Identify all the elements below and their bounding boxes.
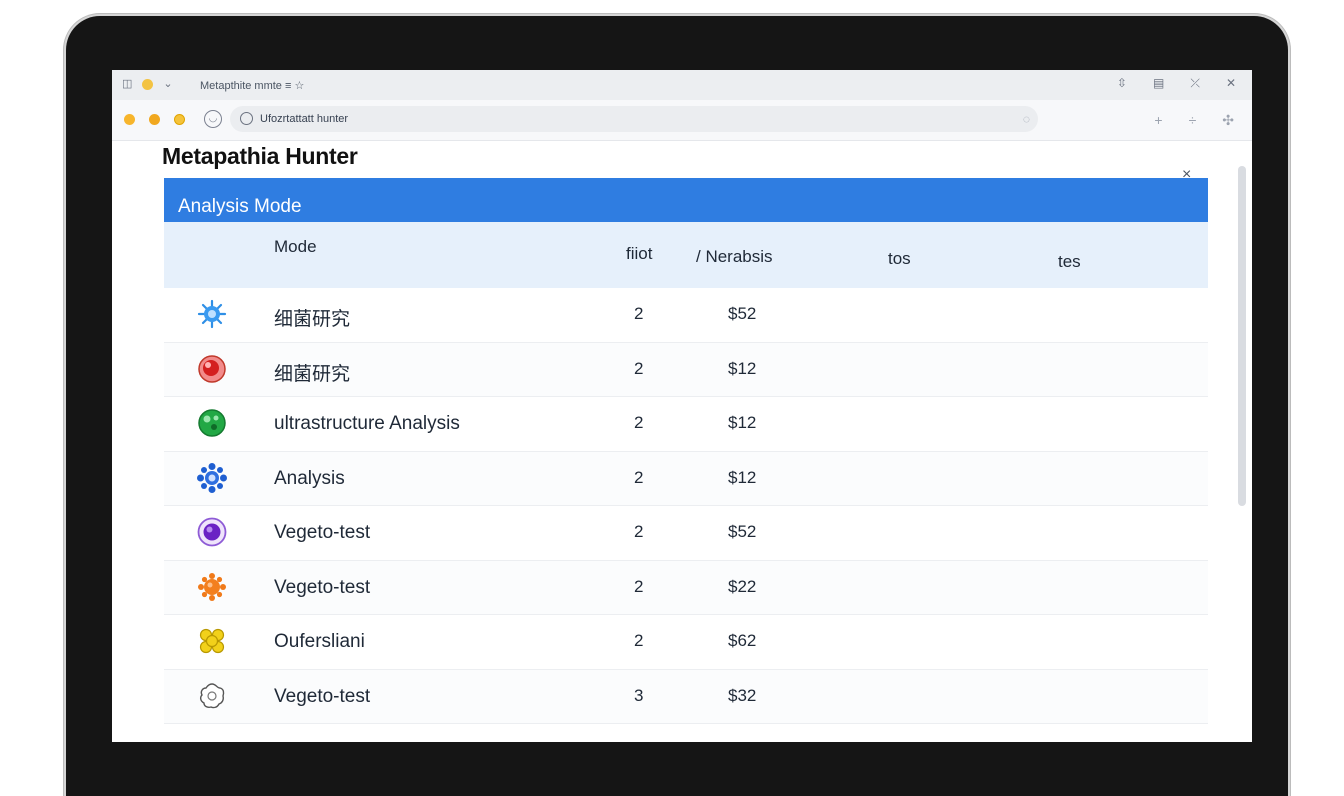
row-price: $52 — [728, 522, 757, 541]
shield-icon[interactable]: ◡ — [204, 110, 222, 128]
analysis-panel: Analysis Mode Mode fiiot / Nerabsis tos … — [164, 178, 1208, 742]
move-icon[interactable]: ✣ — [1222, 112, 1234, 129]
split-icon[interactable]: ÷ — [1189, 112, 1197, 129]
column-fiot[interactable]: fiiot — [626, 244, 652, 264]
row-price: $12 — [728, 467, 757, 487]
yellow-cluster-icon — [199, 628, 225, 654]
panel-title: Analysis Mode — [178, 196, 302, 217]
globe-icon — [240, 112, 253, 125]
row-name: 细菌研究 — [274, 309, 351, 330]
screen: ◫ ⌄ Metapthite mmte ≡ ☆ ⇳ ▤ ⤫ ✕ ◡ Ufozrt… — [112, 70, 1252, 742]
column-mode[interactable]: Mode — [274, 237, 317, 257]
row-price: $32 — [728, 685, 757, 705]
table-row[interactable]: Vegeto-test 2 $22 — [164, 560, 1208, 615]
row-name: Oufersliani — [274, 631, 365, 652]
toolbar-right: + ÷ ✣ — [1154, 112, 1234, 129]
tab-icons: ◫ ⌄ — [122, 78, 173, 90]
grid-icon[interactable]: ◫ — [122, 78, 132, 90]
row-qty: 2 — [634, 413, 644, 432]
traffic-lights — [124, 114, 185, 125]
orange-microbe-icon — [198, 572, 226, 601]
minimize-light[interactable] — [149, 114, 160, 125]
row-name: Vegeto-test — [274, 685, 371, 707]
chevron-down-icon[interactable]: ⌄ — [163, 78, 172, 90]
outline-cell-icon — [199, 682, 225, 708]
shrink-icon[interactable]: ⤫ — [1190, 76, 1200, 91]
app-title: Metapathia Hunter — [162, 143, 358, 169]
row-qty: 2 — [634, 304, 644, 323]
table-row[interactable]: 细菌研究 2 $12 — [164, 342, 1208, 397]
table-row[interactable]: Oufersliani 2 $62 — [164, 615, 1208, 670]
list-icon[interactable]: ▤ — [1153, 76, 1164, 91]
column-header-row: Mode fiiot / Nerabsis tos tes — [164, 222, 1208, 288]
table-row[interactable]: Analysis 2 $12 — [164, 451, 1208, 506]
row-name: 细菌研究 — [274, 363, 351, 385]
table-row[interactable]: ultrastructure Analysis 2 $12 — [164, 397, 1208, 452]
purple-cell-icon — [197, 517, 227, 547]
maximize-light[interactable] — [174, 114, 185, 125]
row-qty: 2 — [634, 358, 644, 378]
row-qty: 2 — [634, 631, 644, 650]
close-light[interactable] — [124, 114, 135, 125]
row-name: Vegeto-test — [274, 522, 371, 543]
table-row[interactable]: 细菌研究 2 $52 — [164, 288, 1208, 343]
row-price: $52 — [728, 304, 757, 323]
row-qty: 2 — [634, 467, 644, 487]
close-window-icon[interactable]: ✕ — [1226, 76, 1236, 91]
row-price: $12 — [728, 413, 757, 432]
row-name: Analysis — [274, 467, 345, 489]
resize-icon[interactable]: ⇳ — [1117, 76, 1127, 91]
url-text[interactable]: Ufozrtattatt hunter — [260, 113, 348, 125]
row-name: Vegeto-test — [274, 576, 371, 598]
column-tos[interactable]: tos — [888, 249, 911, 269]
scrollbar[interactable] — [1238, 166, 1246, 506]
favicon-icon — [142, 78, 154, 90]
tab-bar: ◫ ⌄ Metapthite mmte ≡ ☆ ⇳ ▤ ⤫ ✕ — [112, 70, 1252, 101]
row-price: $12 — [728, 358, 757, 378]
row-qty: 2 — [634, 522, 644, 541]
table-row[interactable]: Vegeto-test 2 $52 — [164, 506, 1208, 561]
tab-title[interactable]: Metapthite mmte ≡ ☆ — [200, 79, 304, 92]
row-price: $62 — [728, 631, 757, 650]
row-qty: 3 — [634, 685, 644, 705]
blue-virus-icon — [197, 462, 227, 493]
blue-microbe-icon — [197, 299, 227, 329]
green-cell-icon — [198, 409, 226, 437]
red-cell-icon — [198, 354, 226, 383]
column-nerabsis[interactable]: / Nerabsis — [696, 247, 773, 267]
reload-icon[interactable]: ◌ — [1023, 112, 1030, 126]
new-tab-icon[interactable]: + — [1154, 112, 1162, 129]
column-tes[interactable]: tes — [1058, 252, 1081, 272]
window-controls: ⇳ ▤ ⤫ ✕ — [1117, 76, 1236, 91]
address-row: ◡ Ufozrtattatt hunter ◌ + ÷ ✣ — [112, 100, 1252, 141]
url-bar[interactable]: Ufozrtattatt hunter ◌ — [230, 106, 1038, 132]
rows-container: 细菌研究 2 $52 细菌研究 2 $12 ultrastructure Ana… — [164, 288, 1208, 724]
row-name: ultrastructure Analysis — [274, 413, 460, 434]
row-qty: 2 — [634, 576, 644, 596]
table-row[interactable]: Vegeto-test 3 $32 — [164, 669, 1208, 724]
row-price: $22 — [728, 576, 757, 596]
